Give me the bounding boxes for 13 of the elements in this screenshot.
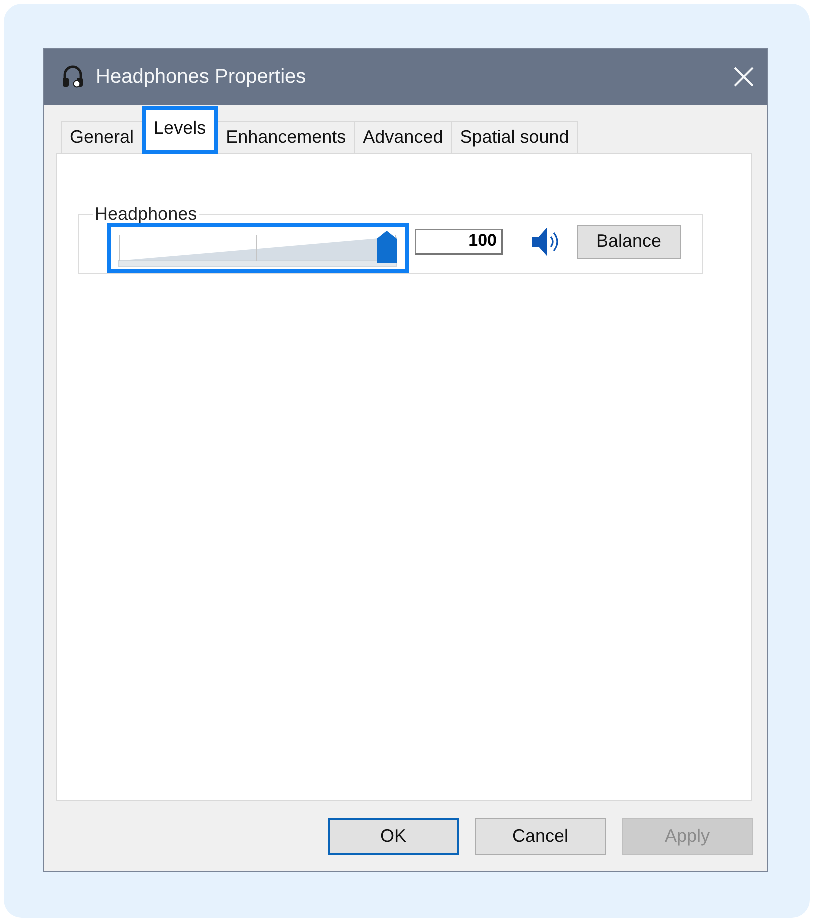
tab[interactable]: General	[61, 121, 144, 153]
balance-button[interactable]: Balance	[577, 224, 681, 258]
dialog-button[interactable]: OK	[328, 818, 459, 855]
volume-slider[interactable]	[117, 230, 399, 268]
group-label: Headphones	[94, 204, 198, 224]
slider-thumb[interactable]	[377, 230, 397, 262]
headphones-icon	[62, 64, 84, 90]
dialog-button[interactable]: Cancel	[475, 818, 606, 855]
window-title: Headphones Properties	[96, 66, 308, 88]
volume-field[interactable]: 100	[415, 228, 503, 254]
tab[interactable]: Levels	[142, 106, 218, 154]
tab[interactable]: Spatial sound	[451, 121, 578, 153]
close-icon[interactable]	[733, 66, 755, 88]
